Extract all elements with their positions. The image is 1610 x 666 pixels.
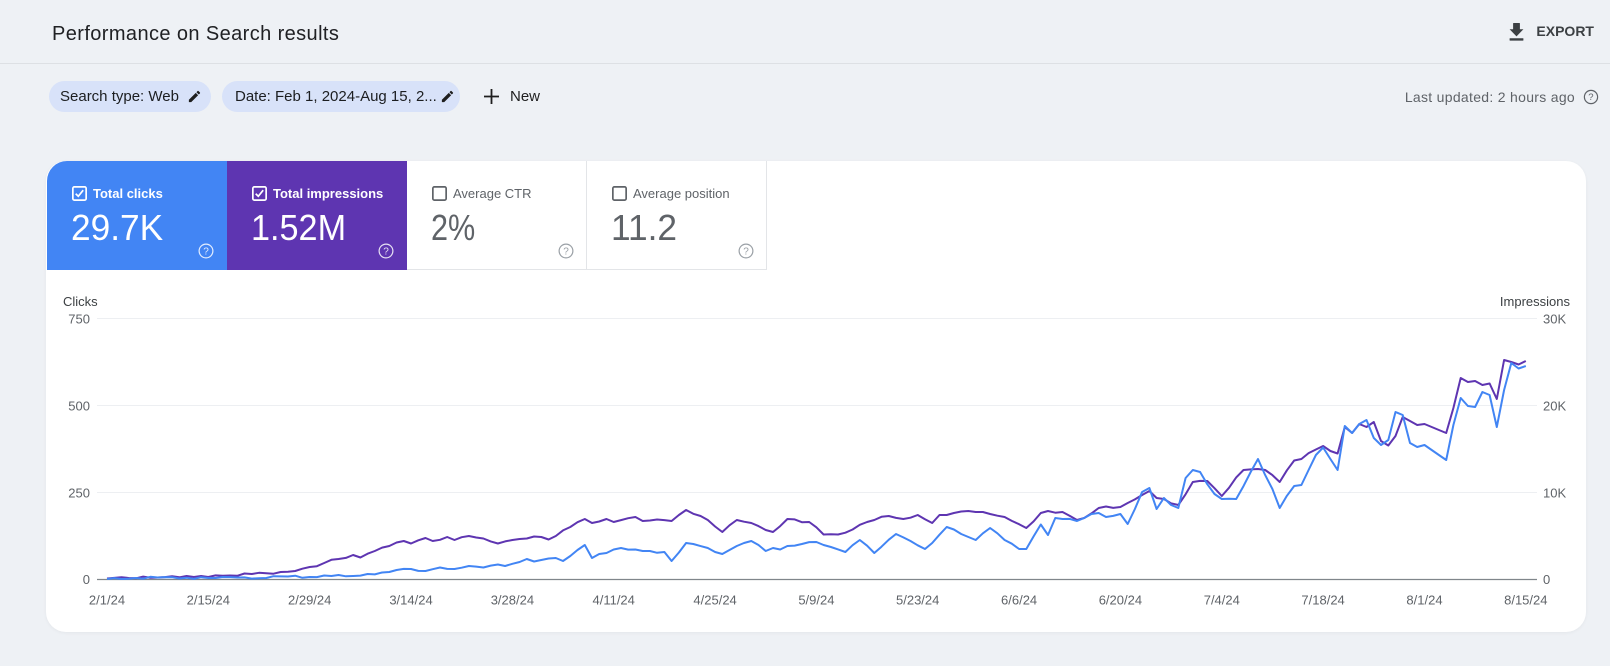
svg-text:4/25/24: 4/25/24 (693, 593, 736, 608)
svg-text:2/29/24: 2/29/24 (288, 593, 331, 608)
svg-text:3/14/24: 3/14/24 (389, 593, 432, 608)
svg-text:8/1/24: 8/1/24 (1406, 593, 1442, 608)
svg-text:7/4/24: 7/4/24 (1204, 593, 1240, 608)
svg-text:30K: 30K (1543, 312, 1566, 327)
svg-text:500: 500 (68, 399, 90, 414)
svg-text:Impressions: Impressions (1500, 294, 1571, 309)
svg-text:10K: 10K (1543, 486, 1566, 501)
svg-text:0: 0 (1543, 572, 1550, 587)
svg-text:Clicks: Clicks (63, 294, 98, 309)
svg-text:2/15/24: 2/15/24 (187, 593, 230, 608)
svg-text:0: 0 (83, 572, 90, 587)
svg-text:750: 750 (68, 312, 90, 327)
svg-text:20K: 20K (1543, 399, 1566, 414)
svg-text:250: 250 (68, 486, 90, 501)
svg-text:6/20/24: 6/20/24 (1099, 593, 1142, 608)
svg-text:5/9/24: 5/9/24 (798, 593, 834, 608)
svg-text:4/11/24: 4/11/24 (592, 593, 634, 608)
svg-text:6/6/24: 6/6/24 (1001, 593, 1037, 608)
svg-text:7/18/24: 7/18/24 (1301, 593, 1344, 608)
svg-text:5/23/24: 5/23/24 (896, 593, 939, 608)
svg-text:8/15/24: 8/15/24 (1504, 593, 1547, 608)
svg-text:3/28/24: 3/28/24 (491, 593, 534, 608)
svg-text:2/1/24: 2/1/24 (89, 593, 125, 608)
